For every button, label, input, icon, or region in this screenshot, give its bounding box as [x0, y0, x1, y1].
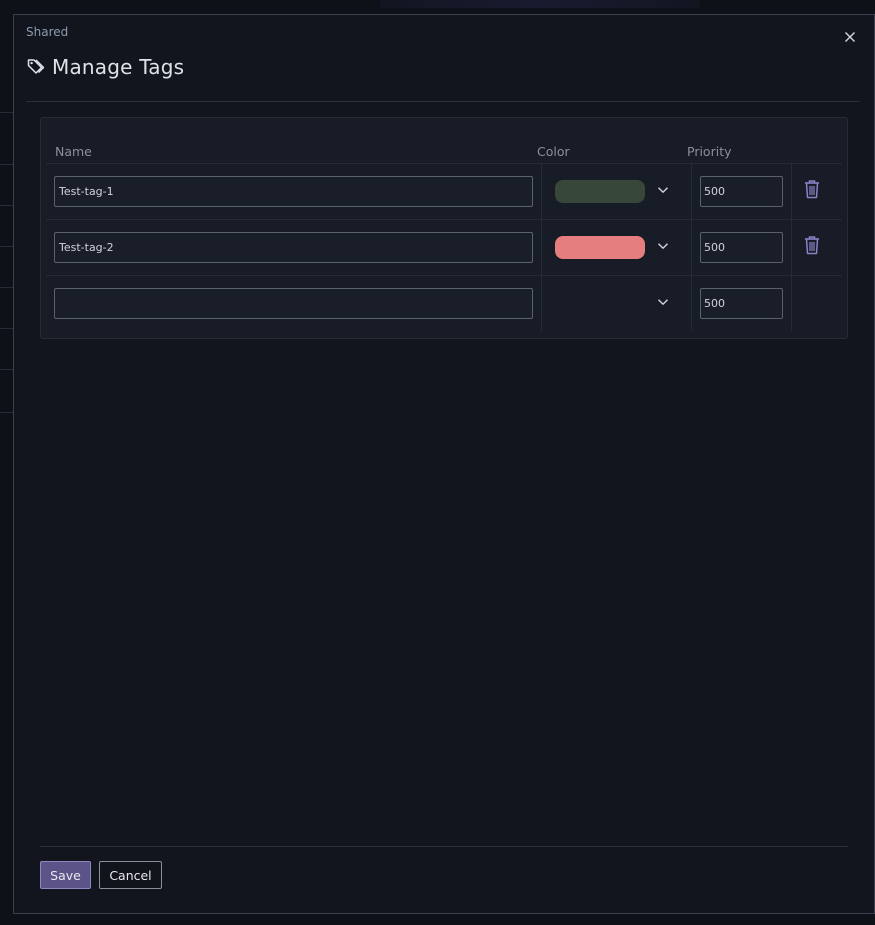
priority-input[interactable]: [700, 288, 783, 319]
table-row: [46, 219, 842, 275]
color-swatch[interactable]: [555, 180, 645, 203]
background-divider: [0, 112, 13, 113]
new-tag-name-input[interactable]: [54, 288, 533, 319]
trash-icon[interactable]: [803, 235, 821, 255]
table-row: [46, 163, 842, 219]
table-row-new: [46, 275, 842, 331]
chevron-down-icon[interactable]: [656, 239, 670, 253]
chevron-down-icon[interactable]: [656, 183, 670, 197]
priority-input[interactable]: [700, 176, 783, 207]
background-divider: [0, 246, 13, 247]
manage-tags-dialog: Shared Manage Tags Name Color Priority T…: [13, 14, 875, 914]
background-divider: [0, 164, 13, 165]
save-button[interactable]: Save: [40, 861, 91, 889]
background-decoration: [380, 0, 700, 8]
chevron-down-icon[interactable]: [656, 295, 670, 309]
cell-divider: [791, 220, 792, 275]
cell-divider: [541, 220, 542, 275]
cell-divider: [541, 276, 542, 331]
column-header-priority: Priority: [687, 144, 732, 159]
close-icon[interactable]: [842, 29, 858, 45]
breadcrumb[interactable]: Shared: [26, 25, 68, 39]
cell-divider: [791, 164, 792, 219]
dialog-header: Manage Tags: [26, 55, 184, 79]
column-header-color: Color: [537, 144, 570, 159]
background-divider: [0, 369, 13, 370]
footer-divider: [40, 846, 848, 847]
cell-divider: [791, 276, 792, 331]
cell-divider: [691, 164, 692, 219]
tag-name-input[interactable]: [54, 232, 533, 263]
background-divider: [0, 412, 13, 413]
background-divider: [0, 328, 13, 329]
header-divider: [26, 101, 860, 102]
trash-icon[interactable]: [803, 179, 821, 199]
tags-table: Name Color Priority: [40, 117, 848, 339]
tags-icon: [26, 57, 46, 77]
cell-divider: [691, 220, 692, 275]
color-swatch[interactable]: [555, 236, 645, 259]
column-header-name: Name: [55, 144, 92, 159]
tag-name-input[interactable]: [54, 176, 533, 207]
cell-divider: [541, 164, 542, 219]
priority-input[interactable]: [700, 232, 783, 263]
background-divider: [0, 287, 13, 288]
background-divider: [0, 205, 13, 206]
dialog-title: Manage Tags: [52, 55, 185, 79]
cell-divider: [691, 276, 692, 331]
cancel-button[interactable]: Cancel: [99, 861, 162, 889]
